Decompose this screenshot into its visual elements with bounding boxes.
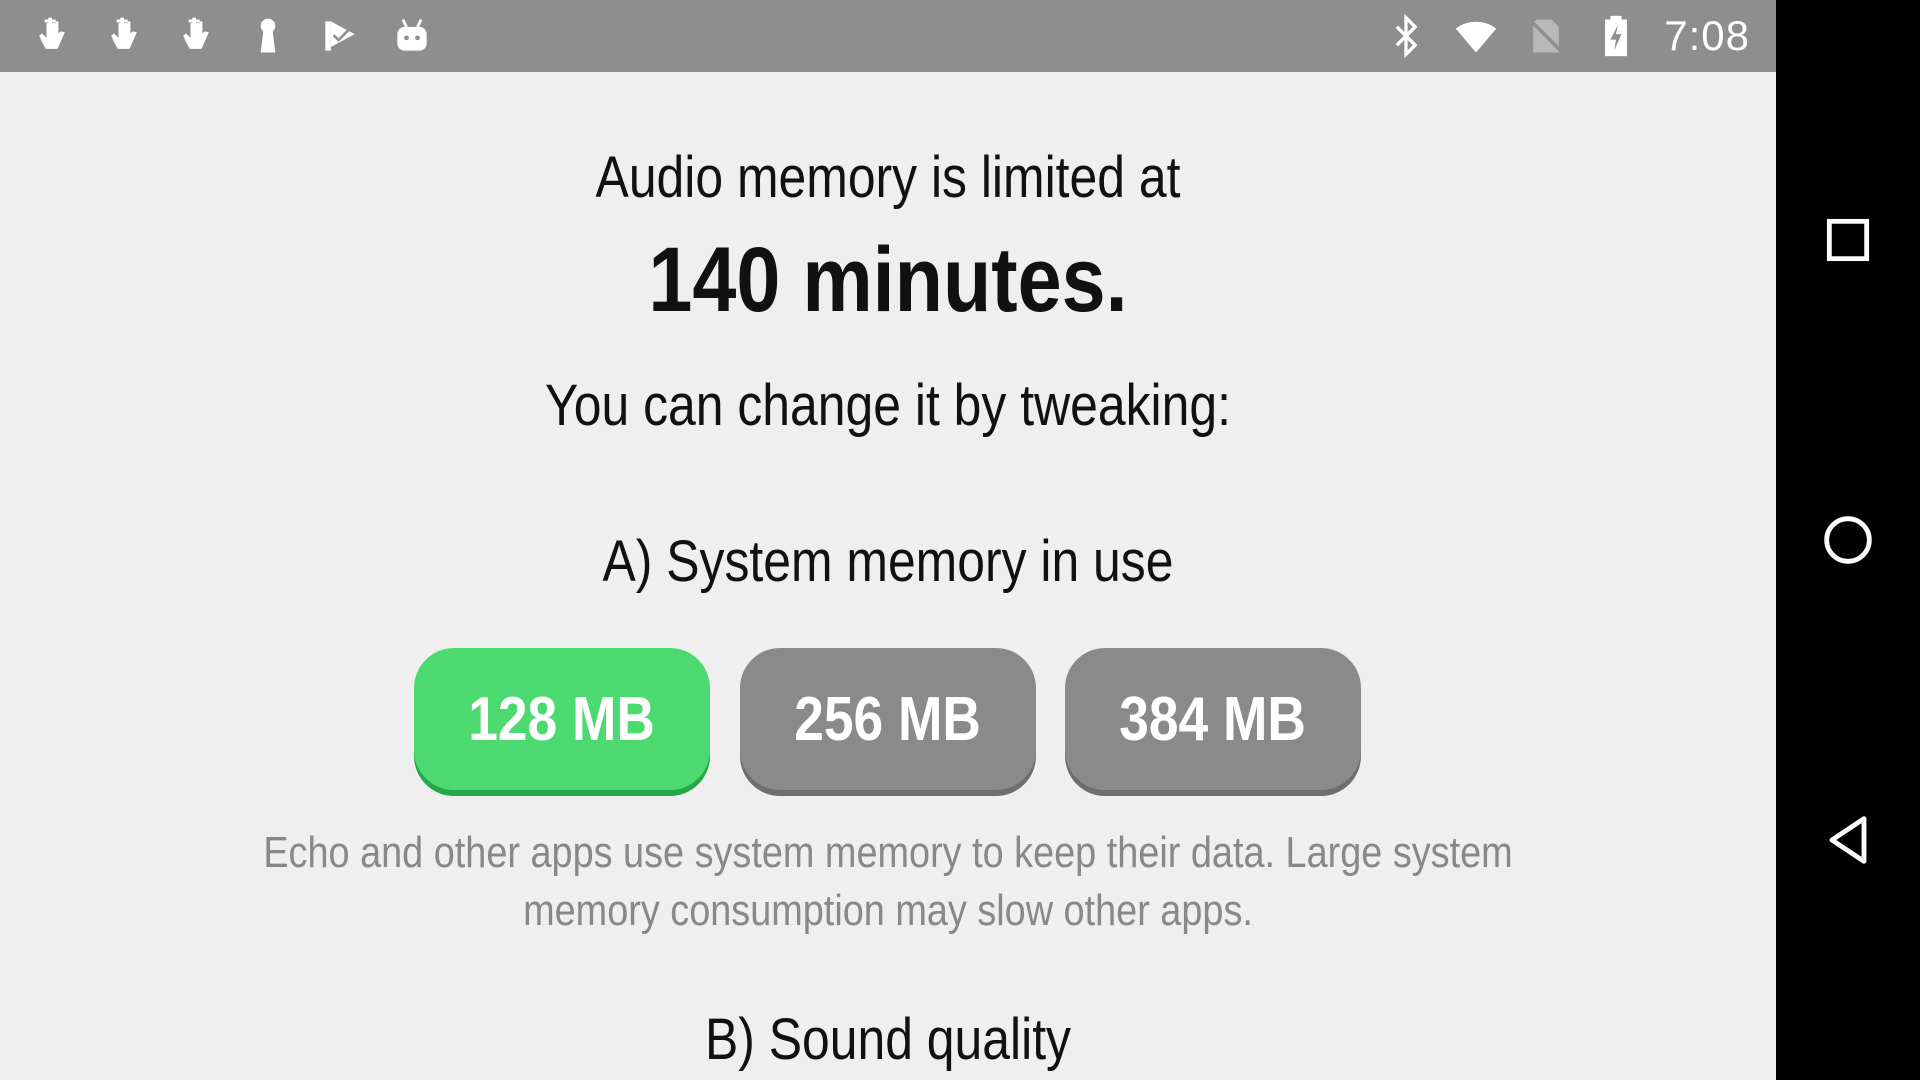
- clock: 7:08: [1664, 12, 1750, 59]
- recents-button[interactable]: [1798, 190, 1898, 290]
- app-screen: 7:08 Audio memory is limited at 140 minu…: [0, 0, 1776, 1080]
- android-head-icon: [390, 14, 434, 58]
- hand-pointer-icon: [102, 14, 146, 58]
- check-flag-icon: [318, 14, 362, 58]
- no-sim-icon: [1524, 14, 1568, 58]
- section-a-heading: A) System memory in use: [602, 529, 1174, 594]
- recents-icon: [1826, 218, 1870, 262]
- memory-option-384mb-button[interactable]: 384 MB: [1065, 648, 1361, 790]
- battery-charging-icon: [1594, 14, 1638, 58]
- notification-icons: [30, 12, 434, 60]
- memory-option-group: 128 MB 256 MB 384 MB: [414, 648, 1362, 792]
- wifi-icon: [1454, 14, 1498, 58]
- hand-pointer-icon: [30, 14, 74, 58]
- memory-option-256mb-button[interactable]: 256 MB: [740, 648, 1036, 790]
- memory-description: Echo and other apps use system memory to…: [130, 824, 1646, 940]
- home-icon: [1824, 516, 1872, 564]
- tweak-prompt: You can change it by tweaking:: [545, 373, 1231, 438]
- home-button[interactable]: [1798, 490, 1898, 590]
- memory-option-label: 256 MB: [794, 684, 982, 754]
- hand-pointer-icon: [174, 14, 218, 58]
- audio-memory-panel: Audio memory is limited at 140 minutes. …: [0, 72, 1776, 1080]
- back-button[interactable]: [1798, 790, 1898, 890]
- intro-text: Audio memory is limited at: [595, 145, 1181, 210]
- bluetooth-icon: [1384, 14, 1428, 58]
- memory-limit-value: 140 minutes.: [648, 229, 1128, 331]
- section-b-heading: B) Sound quality: [704, 1007, 1072, 1072]
- keyhole-icon: [246, 14, 290, 58]
- back-icon: [1829, 816, 1867, 864]
- memory-description-text: Echo and other apps use system memory to…: [263, 828, 1513, 935]
- system-status-icons: 7:08: [1384, 12, 1750, 60]
- navigation-bar: [1776, 0, 1920, 1080]
- status-bar: 7:08: [0, 0, 1776, 72]
- memory-option-128mb-button[interactable]: 128 MB: [414, 648, 710, 790]
- memory-option-label: 128 MB: [468, 684, 656, 754]
- memory-option-label: 384 MB: [1119, 684, 1307, 754]
